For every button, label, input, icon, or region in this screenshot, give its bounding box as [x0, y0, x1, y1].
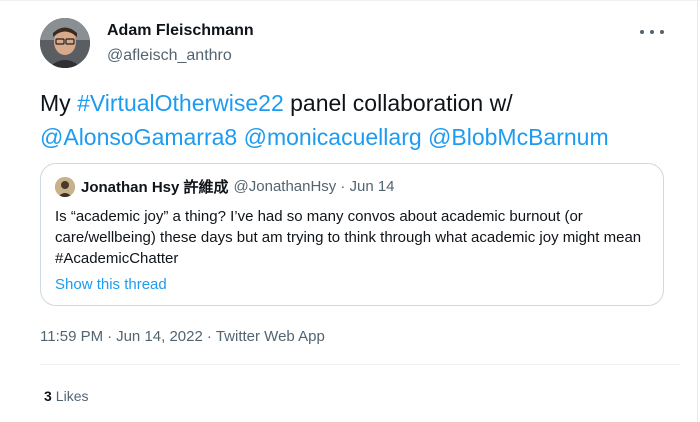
mention-link-3[interactable]: @BlobMcBarnum	[428, 124, 609, 150]
mention-link-1[interactable]: @AlonsoGamarra8	[40, 124, 237, 150]
separator: ·	[206, 328, 212, 345]
mention-link-2[interactable]: @monicacuellarg	[244, 124, 422, 150]
tweet-text-prefix: My	[40, 90, 78, 116]
more-horizontal-icon[interactable]	[640, 22, 664, 42]
author-handle[interactable]: @afleisch_anthro	[107, 46, 254, 66]
quoted-author-avatar	[55, 176, 75, 197]
show-thread-link[interactable]: Show this thread	[55, 276, 167, 293]
right-border	[697, 0, 698, 422]
tweet-header: Adam Fleischmann @afleisch_anthro	[40, 14, 680, 74]
tweet-time[interactable]: 11:59 PM	[40, 328, 103, 345]
quoted-hashtag: #AcademicChatter	[55, 250, 179, 267]
likes-label: Likes	[55, 388, 89, 404]
likes-count: 3	[44, 388, 52, 404]
quoted-date: · Jun 14	[340, 178, 395, 195]
likes-count-link[interactable]: 3 Likes	[44, 388, 88, 404]
tweet-text-middle: panel collaboration w/	[283, 90, 513, 116]
tweet-metadata: 11:59 PM · Jun 14, 2022 · Twitter Web App	[40, 328, 325, 345]
quoted-tweet-header: Jonathan Hsy 許維成 @JonathanHsy · Jun 14	[55, 176, 395, 197]
quoted-tweet-text: Is “academic joy” a thing? I’ve had so m…	[55, 206, 645, 269]
divider	[40, 364, 680, 365]
top-border	[0, 0, 700, 1]
tweet-text: My #VirtualOtherwise22 panel collaborati…	[40, 86, 680, 154]
quoted-tweet-card[interactable]: Jonathan Hsy 許維成 @JonathanHsy · Jun 14 I…	[40, 163, 664, 306]
author-avatar[interactable]	[40, 18, 90, 68]
tweet-date[interactable]: Jun 14, 2022	[116, 328, 203, 345]
hashtag-link[interactable]: #VirtualOtherwise22	[77, 90, 284, 116]
quoted-text-body: Is “academic joy” a thing? I’ve had so m…	[55, 208, 642, 246]
separator: ·	[107, 328, 113, 345]
quoted-author-handle: @JonathanHsy	[233, 178, 337, 195]
author-display-name[interactable]: Adam Fleischmann	[107, 21, 254, 41]
tweet-source[interactable]: Twitter Web App	[216, 328, 325, 345]
quoted-author-name: Jonathan Hsy 許維成	[81, 179, 229, 196]
author-names: Adam Fleischmann @afleisch_anthro	[107, 21, 254, 66]
